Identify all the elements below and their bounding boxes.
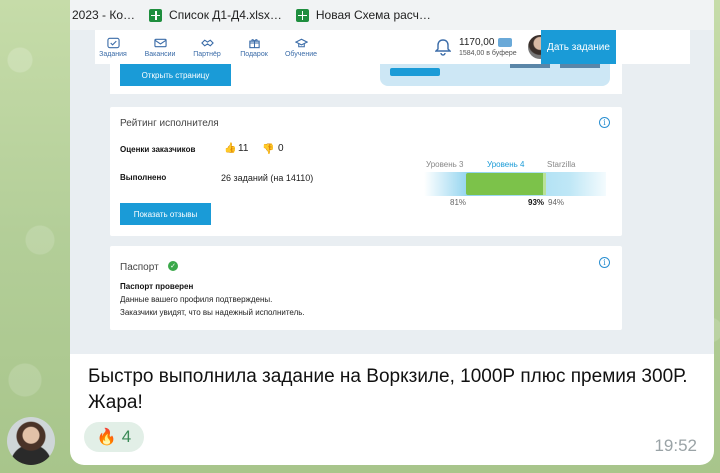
done-value: 26 заданий (на 14110)	[221, 173, 314, 183]
nav-item-gift[interactable]: Подарок	[236, 37, 272, 58]
dislikes-count: 0	[278, 143, 284, 154]
rating-card: Рейтинг исполнителя i Оценки заказчиков …	[110, 107, 622, 236]
browser-tabbar: 2023 - Ко… Список Д1-Д4.xlsx… Новая Схем…	[70, 0, 714, 30]
reviews-label: Оценки заказчиков	[120, 145, 196, 154]
message-text: Быстро выполнила задание на Воркзиле, 10…	[88, 366, 688, 413]
message-time: 19:52	[654, 436, 697, 455]
passport-status: Паспорт проверен	[120, 282, 194, 291]
likes-count: 11	[238, 143, 249, 154]
browser-tab-label: Список Д1-Д4.xlsx…	[169, 8, 282, 22]
mail-icon	[153, 38, 167, 47]
done-label: Выполнено	[120, 173, 167, 182]
browser-tab-label: 2023 - Ко…	[72, 8, 136, 22]
nav-item-label: Подарок	[240, 50, 268, 58]
passport-card: Паспорт ✓ i Паспорт проверен Данные ваше…	[110, 246, 622, 330]
spreadsheet-icon	[149, 8, 163, 22]
message-bubble: 2023 - Ко… Список Д1-Д4.xlsx… Новая Схем…	[70, 0, 714, 465]
nav-item-vacancies[interactable]: Вакансии	[142, 37, 178, 58]
nav-item-label: Вакансии	[144, 50, 176, 58]
give-task-button[interactable]: Дать задание	[541, 30, 616, 64]
thumbs-down-icon: 👎	[262, 144, 275, 155]
level-prev: Уровень 3	[426, 160, 464, 169]
rating-title: Рейтинг исполнителя	[120, 118, 219, 129]
level-next: Starzilla	[547, 160, 576, 169]
partner-icon	[200, 38, 214, 47]
nav-item-label: Обучение	[284, 50, 317, 58]
promo-banner	[380, 64, 610, 86]
tasks-icon	[106, 37, 120, 48]
nav-item-learning[interactable]: Обучение	[283, 37, 319, 58]
info-icon[interactable]: i	[599, 117, 610, 128]
nav-item-label: Задания	[99, 50, 127, 58]
graduation-icon	[294, 38, 308, 47]
message-screenshot[interactable]: 2023 - Ко… Список Д1-Д4.xlsx… Новая Схем…	[70, 0, 714, 354]
verified-check-icon: ✓	[168, 261, 178, 271]
cash-icon	[498, 38, 513, 47]
nav-item-partner[interactable]: Партнёр	[189, 37, 225, 58]
reaction-chip[interactable]: 🔥 4	[84, 422, 144, 452]
browser-tab-label: Новая Схема расч…	[315, 8, 431, 22]
show-reviews-button[interactable]: Показать отзывы	[120, 203, 211, 225]
fire-icon: 🔥	[96, 429, 117, 446]
pct-current: 93%	[528, 198, 545, 207]
browser-tab-3[interactable]: Новая Схема расч…	[295, 8, 431, 22]
browser-tab-2[interactable]: Список Д1-Д4.xlsx…	[149, 8, 282, 22]
thumbs-up-icon: 👍	[224, 143, 237, 154]
pct-next: 94%	[548, 198, 565, 207]
passport-title: Паспорт	[120, 262, 159, 273]
buffer-value: 1584,00 в буфере	[459, 50, 517, 57]
sender-avatar[interactable]	[7, 417, 55, 465]
balance-value: 1170,00	[459, 37, 495, 48]
gift-icon	[248, 38, 260, 48]
spreadsheet-icon	[295, 8, 309, 22]
reaction-count: 4	[121, 427, 132, 446]
passport-line-2: Заказчики увидят, что вы надежный исполн…	[120, 308, 305, 317]
progress-tail	[542, 173, 546, 195]
passport-line-1: Данные вашего профиля подтверждены.	[120, 295, 273, 304]
pct-prev: 81%	[450, 198, 467, 207]
nav-item-tasks[interactable]: Задания	[95, 37, 131, 58]
nav-item-label: Партнёр	[193, 50, 221, 58]
level-current: Уровень 4	[487, 160, 525, 169]
balance-widget[interactable]: 1170,00 1584,00 в буфере	[459, 37, 517, 57]
info-icon[interactable]: i	[599, 257, 610, 268]
open-page-button[interactable]: Открыть страницу	[120, 64, 231, 86]
bell-icon[interactable]	[435, 38, 451, 56]
progress-fill	[466, 173, 543, 195]
browser-tab-1[interactable]: 2023 - Ко…	[72, 8, 135, 22]
